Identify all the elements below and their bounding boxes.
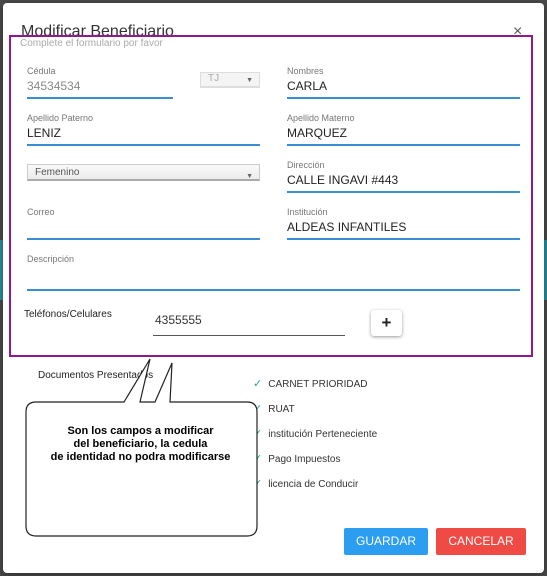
chevron-down-icon: ▼ <box>246 173 253 180</box>
apellido-materno-label: Apellido Materno <box>287 113 355 123</box>
document-label: licencia de Conducir <box>268 479 359 490</box>
apellido-paterno-label: Apellido Paterno <box>27 113 94 123</box>
descripcion-field[interactable]: Descripción <box>27 254 520 291</box>
apellido-materno-input[interactable]: MARQUEZ <box>287 125 520 141</box>
apellido-materno-underline <box>287 144 520 146</box>
add-phone-button[interactable]: + <box>371 310 402 336</box>
callout-line-3: de identidad no podra modificarse <box>50 451 231 463</box>
cedula-label: Cédula <box>27 66 56 76</box>
document-checkbox-item[interactable]: ✓ Pago Impuestos <box>253 452 340 465</box>
institucion-underline <box>287 238 520 240</box>
document-label: Pago Impuestos <box>268 454 341 465</box>
cancel-button[interactable]: CANCELAR <box>436 528 526 555</box>
direccion-label: Dirección <box>287 160 325 170</box>
apellido-materno-field[interactable]: Apellido Materno MARQUEZ <box>287 113 520 146</box>
document-label: CARNET PRIORIDAD <box>268 379 368 390</box>
apellido-paterno-field[interactable]: Apellido Paterno LENIZ <box>27 113 260 146</box>
institucion-field[interactable]: Institución ALDEAS INFANTILES <box>287 207 520 240</box>
extension-select-value: TJ <box>208 73 220 84</box>
direccion-field[interactable]: Dirección CALLE INGAVI #443 <box>287 160 520 193</box>
correo-field[interactable]: Correo <box>27 207 260 240</box>
nombres-field[interactable]: Nombres CARLA <box>287 66 520 99</box>
correo-underline <box>27 238 260 240</box>
document-checkbox-item[interactable]: ✓ licencia de Conducir <box>253 477 358 490</box>
document-label: institución Perteneciente <box>268 429 378 440</box>
genero-select[interactable]: Femenino ▼ <box>27 164 260 181</box>
nombres-label: Nombres <box>287 66 324 76</box>
correo-label: Correo <box>27 207 55 217</box>
callout-line-2: del beneficiario, la cedula <box>73 438 208 450</box>
chevron-down-icon: ▼ <box>246 77 253 84</box>
direccion-underline <box>287 191 520 193</box>
correo-input[interactable] <box>27 219 260 235</box>
apellido-paterno-underline <box>27 144 260 146</box>
telefono-input[interactable]: 4355555 <box>153 313 345 336</box>
callout-text: Son los campos a modificar del beneficia… <box>24 425 257 464</box>
apellido-paterno-input[interactable]: LENIZ <box>27 125 260 141</box>
institucion-input[interactable]: ALDEAS INFANTILES <box>287 219 520 235</box>
cedula-input: 34534534 <box>27 79 81 93</box>
descripcion-input[interactable] <box>27 266 520 286</box>
cedula-field: Cédula 34534534 <box>27 66 173 99</box>
institucion-label: Institución <box>287 207 328 217</box>
descripcion-label: Descripción <box>27 254 75 264</box>
callout-line-1: Son los campos a modificar <box>67 425 214 437</box>
descripcion-underline <box>27 289 520 291</box>
telefonos-label: Teléfonos/Celulares <box>24 309 112 320</box>
form-subtitle: Complete el formulario por favor <box>20 38 163 49</box>
save-button[interactable]: GUARDAR <box>344 528 428 555</box>
nombres-input[interactable]: CARLA <box>287 78 520 94</box>
cedula-underline <box>27 97 173 99</box>
nombres-underline <box>287 97 520 99</box>
direccion-input[interactable]: CALLE INGAVI #443 <box>287 172 520 188</box>
extension-select[interactable]: TJ ▼ <box>200 72 260 88</box>
document-label: RUAT <box>268 404 295 415</box>
genero-select-value: Femenino <box>35 167 80 178</box>
document-checkbox-item[interactable]: ✓ institución Perteneciente <box>253 427 377 440</box>
document-checkbox-item[interactable]: ✓ CARNET PRIORIDAD <box>253 377 368 390</box>
